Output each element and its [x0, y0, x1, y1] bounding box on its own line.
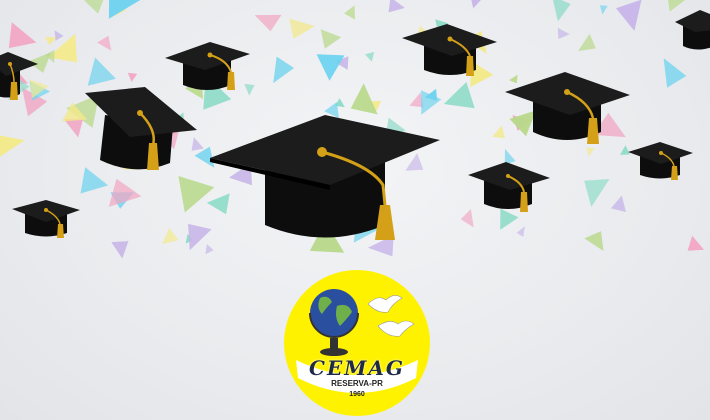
graduation-banner: CEMAG RESERVA-PR 1960: [0, 0, 710, 420]
graduation-cap-icon: [468, 162, 550, 212]
confetti-shape: [616, 0, 642, 31]
confetti-shape: [584, 179, 610, 207]
confetti-shape: [316, 54, 345, 81]
confetti-shape: [365, 51, 375, 62]
confetti-shape: [687, 235, 704, 251]
confetti-shape: [492, 125, 505, 139]
confetti-shape: [273, 56, 294, 84]
confetti-shape: [54, 30, 64, 41]
confetti-shape: [584, 231, 604, 251]
confetti-shape: [127, 72, 138, 82]
logo-school-name: CEMAG: [309, 356, 405, 380]
confetti-shape: [64, 118, 84, 138]
confetti-shape: [162, 227, 179, 245]
school-logo: CEMAG RESERVA-PR 1960: [282, 268, 432, 418]
graduation-cap-icon: [675, 10, 710, 50]
confetti-shape: [443, 82, 475, 109]
confetti-shape: [45, 37, 57, 46]
confetti-shape: [87, 57, 116, 86]
confetti-shape: [344, 5, 355, 20]
graduation-cap-icon: [165, 42, 250, 90]
confetti-shape: [578, 33, 596, 52]
confetti-shape: [320, 29, 342, 49]
graduation-cap-icon: [628, 142, 693, 180]
graduation-cap-icon: [402, 24, 497, 76]
confetti-shape: [516, 226, 525, 237]
graduation-cap-icon: [0, 52, 38, 100]
confetti-shape: [610, 195, 626, 212]
confetti-shape: [471, 0, 481, 9]
logo-city: RESERVA-PR: [331, 379, 383, 388]
confetti-shape: [97, 35, 112, 51]
graduation-cap-icon: [210, 115, 440, 240]
graduation-cap-icon: [85, 87, 197, 170]
confetti-shape: [0, 135, 25, 157]
logo-year: 1960: [349, 391, 365, 398]
confetti-shape: [8, 22, 37, 49]
confetti-shape: [111, 241, 129, 259]
confetti-shape: [557, 27, 570, 39]
confetti-shape: [388, 0, 405, 13]
confetti-shape: [254, 14, 282, 32]
graduation-cap-icon: [505, 72, 630, 144]
confetti-shape: [599, 5, 608, 15]
confetti-shape: [84, 0, 104, 14]
confetti-shape: [289, 18, 315, 39]
confetti-shape: [553, 0, 571, 22]
confetti-shape: [663, 58, 687, 88]
graduation-cap-icon: [12, 200, 80, 238]
